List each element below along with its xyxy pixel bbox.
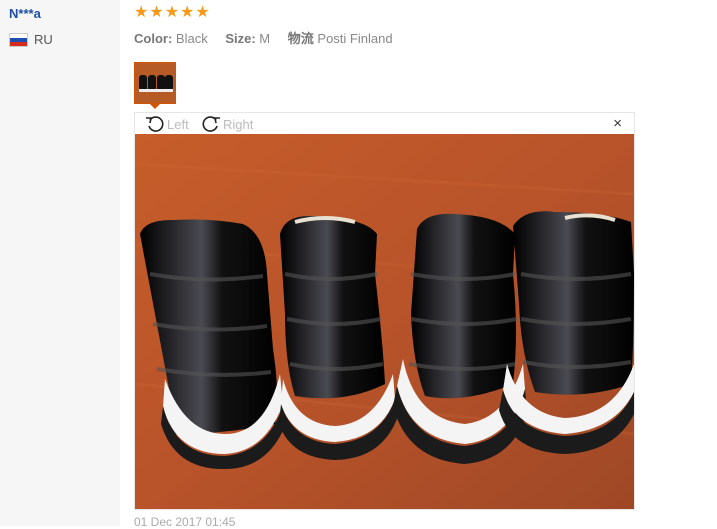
rotate-right-icon xyxy=(202,116,220,132)
photo-viewer: Left Right × xyxy=(134,112,635,510)
star-icon: ★ xyxy=(134,4,149,21)
size-value: M xyxy=(259,31,271,46)
country-code: RU xyxy=(34,32,53,47)
buyer-name[interactable]: N***a xyxy=(9,6,41,21)
buyer-column xyxy=(0,0,120,526)
logistics-label: 物流 xyxy=(287,31,314,46)
russia-flag-icon xyxy=(9,32,28,47)
thumbnail-pointer xyxy=(149,103,161,109)
viewer-toolbar: Left Right × xyxy=(135,113,634,134)
star-icon: ★ xyxy=(195,4,210,21)
buyer-country: RU xyxy=(9,32,53,47)
review-date: 01 Dec 2017 01:45 xyxy=(134,515,236,529)
rotate-left-icon xyxy=(146,116,164,132)
rotate-left-label: Left xyxy=(167,116,189,132)
review-photo xyxy=(135,134,634,509)
rotate-right-button[interactable]: Right xyxy=(201,114,253,134)
close-icon[interactable]: × xyxy=(613,116,622,132)
rotate-left-button[interactable]: Left xyxy=(145,114,189,134)
rating-stars: ★ ★ ★ ★ ★ xyxy=(134,4,210,22)
order-attributes: Color: Black Size: M 物流 Posti Finland xyxy=(134,28,407,47)
color-value: Black xyxy=(175,31,208,46)
star-icon: ★ xyxy=(149,4,164,21)
logistics-value: Posti Finland xyxy=(317,31,393,46)
review-photo-thumbnail[interactable] xyxy=(134,62,176,104)
size-label: Size: xyxy=(225,31,256,46)
color-label: Color: xyxy=(134,31,173,46)
star-icon: ★ xyxy=(164,4,180,21)
star-icon: ★ xyxy=(180,4,195,21)
rotate-right-label: Right xyxy=(223,116,254,132)
